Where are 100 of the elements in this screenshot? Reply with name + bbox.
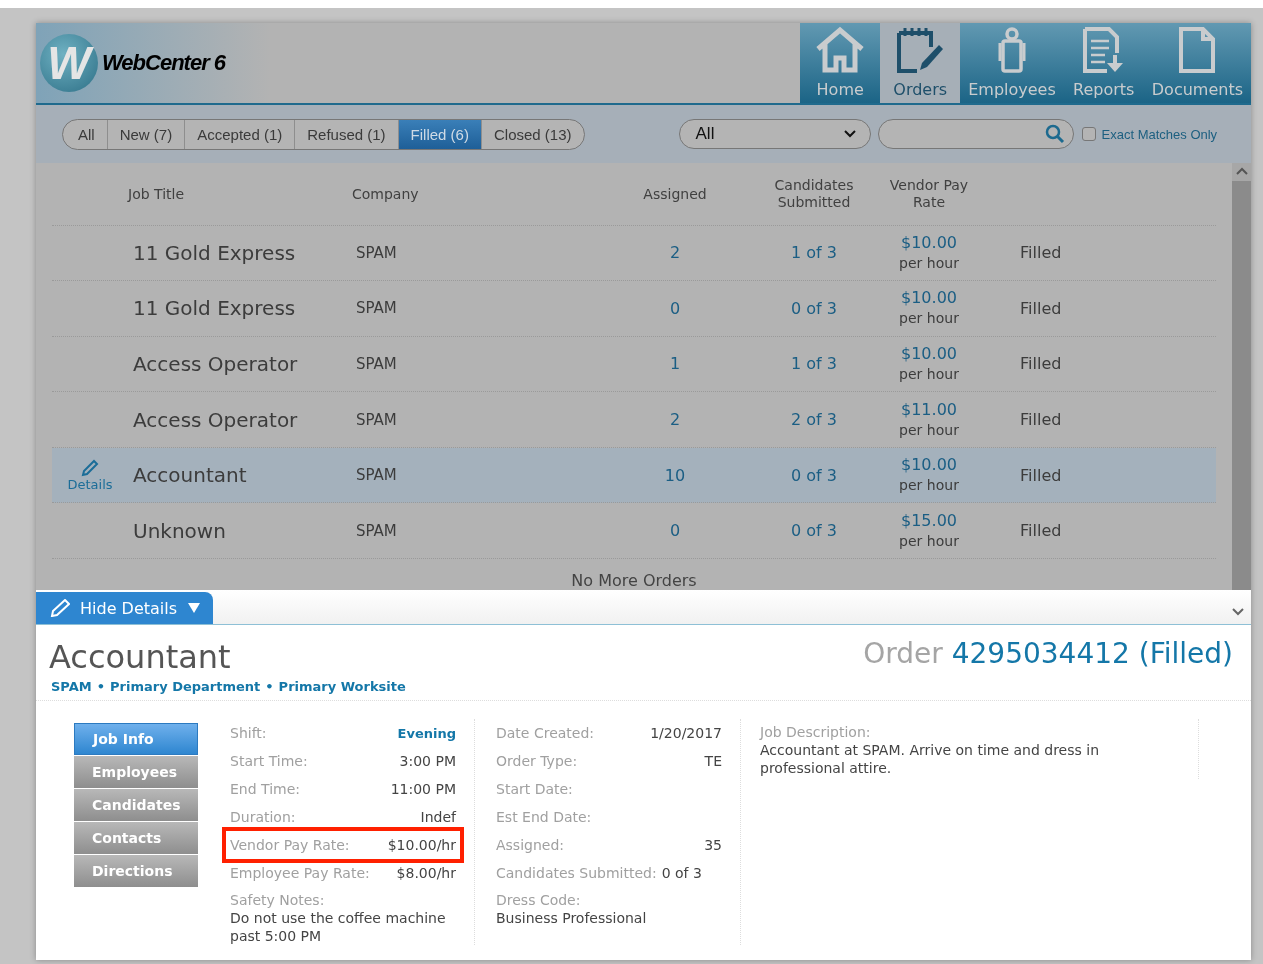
field-label: Dress Code: <box>496 891 582 909</box>
field-label: Employee Pay Rate: <box>230 865 370 881</box>
detail-menu-button[interactable]: Employees <box>74 756 198 788</box>
candidates-link[interactable]: 0 of 3 <box>791 298 837 318</box>
assigned-link[interactable]: 2 <box>669 243 681 263</box>
column-header: Candidates Submitted <box>773 176 855 211</box>
pencil-icon <box>50 599 70 617</box>
detail-menu-button[interactable]: Directions <box>74 855 198 887</box>
candidates-link[interactable]: 2 of 3 <box>791 410 837 430</box>
breadcrumb-link[interactable]: Primary Department <box>110 679 261 694</box>
detail-menu-button[interactable]: Job Info <box>74 723 198 755</box>
scrollbar[interactable] <box>1232 163 1251 590</box>
status-cell: Filled <box>1020 521 1062 541</box>
detail-menu-button[interactable]: Contacts <box>74 822 198 854</box>
assigned-link[interactable]: 2 <box>669 410 681 430</box>
filter-tab[interactable]: Accepted (1) <box>184 119 295 149</box>
pencil-icon <box>81 458 99 477</box>
exact-matches-label: Exact Matches Only <box>1101 126 1218 142</box>
filter-tab[interactable]: All <box>63 119 107 149</box>
candidates-link[interactable]: 1 of 3 <box>791 243 837 263</box>
assigned-link[interactable]: 0 <box>669 521 681 541</box>
order-row[interactable]: Unknown SPAM 0 0 of 3 $15.00 per hour Filled <box>52 503 1216 559</box>
field-value: Business Professional <box>496 909 648 927</box>
field-label: Candidates Submitted: <box>496 865 657 881</box>
order-row[interactable]: Access Operator SPAM 2 2 of 3 $11.00 per hour Filled <box>52 392 1216 448</box>
order-row[interactable]: 11 Gold Express SPAM 2 1 of 3 $10.00 per hour Filled <box>52 225 1216 282</box>
assigned-link[interactable]: 1 <box>669 354 681 374</box>
scroll-down-icon[interactable] <box>1232 608 1244 616</box>
pay-rate-cell: $10.00 <box>901 455 957 476</box>
filter-tab[interactable]: Filled (6) <box>397 119 481 149</box>
job-title-cell-text: Access Operator <box>132 407 299 432</box>
logo-icon: W <box>40 34 98 92</box>
status-cell: Filled <box>1020 354 1062 374</box>
breadcrumb-link[interactable]: SPAM <box>51 679 92 694</box>
field-label: Duration: <box>230 809 296 825</box>
pay-rate-cell: $15.00 <box>901 510 957 531</box>
nav-tab[interactable]: Employees <box>960 23 1064 103</box>
filter-tab[interactable]: New (7) <box>106 119 185 149</box>
chevron-down-icon <box>843 130 856 138</box>
field-label: Assigned: <box>496 837 565 853</box>
field-value: 3:00 PM <box>399 753 456 769</box>
column-header: Company <box>352 185 420 202</box>
assigned-link[interactable]: 0 <box>669 298 681 318</box>
nav-tab[interactable]: Orders <box>880 23 961 103</box>
field-label: End Time: <box>230 781 301 797</box>
pay-rate-cell: $10.00 <box>901 232 957 253</box>
notepad-pencil-icon <box>895 26 946 74</box>
app-name: WebCenter 6 <box>102 50 226 76</box>
pay-unit-cell-text: per hour <box>899 420 959 440</box>
order-row[interactable]: 11 Gold Express SPAM 0 0 of 3 $10.00 per hour Filled <box>52 281 1216 337</box>
candidates-link[interactable]: 1 of 3 <box>791 354 837 374</box>
company-cell-text: SPAM <box>355 521 398 540</box>
column-header: Job Title <box>128 185 186 202</box>
job-title-cell-text: Accountant <box>132 463 248 488</box>
job-title-cell-text: Access Operator <box>132 351 299 376</box>
job-title-cell-text: 11 Gold Express <box>132 240 297 265</box>
breadcrumb-link[interactable]: Primary Worksite <box>278 679 406 694</box>
assigned-link[interactable]: 10 <box>664 465 686 485</box>
field-value: TE <box>704 753 722 769</box>
order-row[interactable]: Details Accountant SPAM 10 0 of 3 $10.00 per hour Filled <box>52 447 1216 504</box>
field-label: Vendor Pay Rate: <box>230 837 350 853</box>
field-label: Job Description: <box>760 723 872 741</box>
order-label: Order <box>863 637 943 670</box>
hide-details-tab[interactable]: Hide Details <box>36 592 214 624</box>
breadcrumb-separator: • <box>265 679 274 694</box>
breadcrumb-separator: • <box>96 679 105 694</box>
candidates-link[interactable]: 0 of 3 <box>791 465 837 485</box>
field-label: Start Time: <box>230 753 308 769</box>
company-cell-text: SPAM <box>355 466 398 485</box>
field-value: 35 <box>704 837 722 853</box>
scroll-up-icon[interactable] <box>1235 167 1248 175</box>
search-field[interactable] <box>877 119 1074 149</box>
filter-tab[interactable]: Closed (13) <box>480 119 584 149</box>
nav-tab[interactable]: Reports <box>1063 23 1144 103</box>
pay-unit-cell-text: per hour <box>899 364 959 384</box>
status-cell: Filled <box>1020 465 1062 485</box>
filter-tab[interactable]: Refused (1) <box>294 119 398 149</box>
status-cell: Filled <box>1020 298 1062 318</box>
exact-matches-checkbox[interactable] <box>1081 127 1096 141</box>
order-row[interactable]: Access Operator SPAM 1 1 of 3 $10.00 per hour Filled <box>52 336 1216 393</box>
pay-unit-cell-text: per hour <box>899 476 959 496</box>
details-link[interactable]: Details <box>67 458 113 492</box>
field-label: Order Type: <box>496 753 578 769</box>
field-label: Est End Date: <box>496 809 592 825</box>
pay-unit-cell-text: per hour <box>899 309 959 329</box>
candidates-link[interactable]: 0 of 3 <box>791 521 837 541</box>
field-value: Indef <box>420 809 456 825</box>
order-number: 4295034412 (Filled) <box>951 637 1233 670</box>
column-header: Vendor Pay Rate <box>888 176 970 211</box>
pay-rate-cell: $10.00 <box>901 288 957 309</box>
status-dropdown[interactable]: All <box>678 119 871 149</box>
field-label: Shift: <box>230 725 267 741</box>
field-value: Do not use the coffee machine past 5:00 PM <box>230 909 447 945</box>
nav-tab[interactable]: Home <box>800 23 881 103</box>
no-more-orders-text: No More Orders <box>571 571 697 590</box>
nav-tab[interactable]: Documents <box>1143 23 1251 103</box>
company-cell-text: SPAM <box>355 243 398 262</box>
pay-unit-cell-text: per hour <box>899 253 959 273</box>
detail-menu-button[interactable]: Candidates <box>74 789 198 821</box>
field-value: Accountant at SPAM. Arrive on time and dress in professional attire. <box>760 741 1100 777</box>
